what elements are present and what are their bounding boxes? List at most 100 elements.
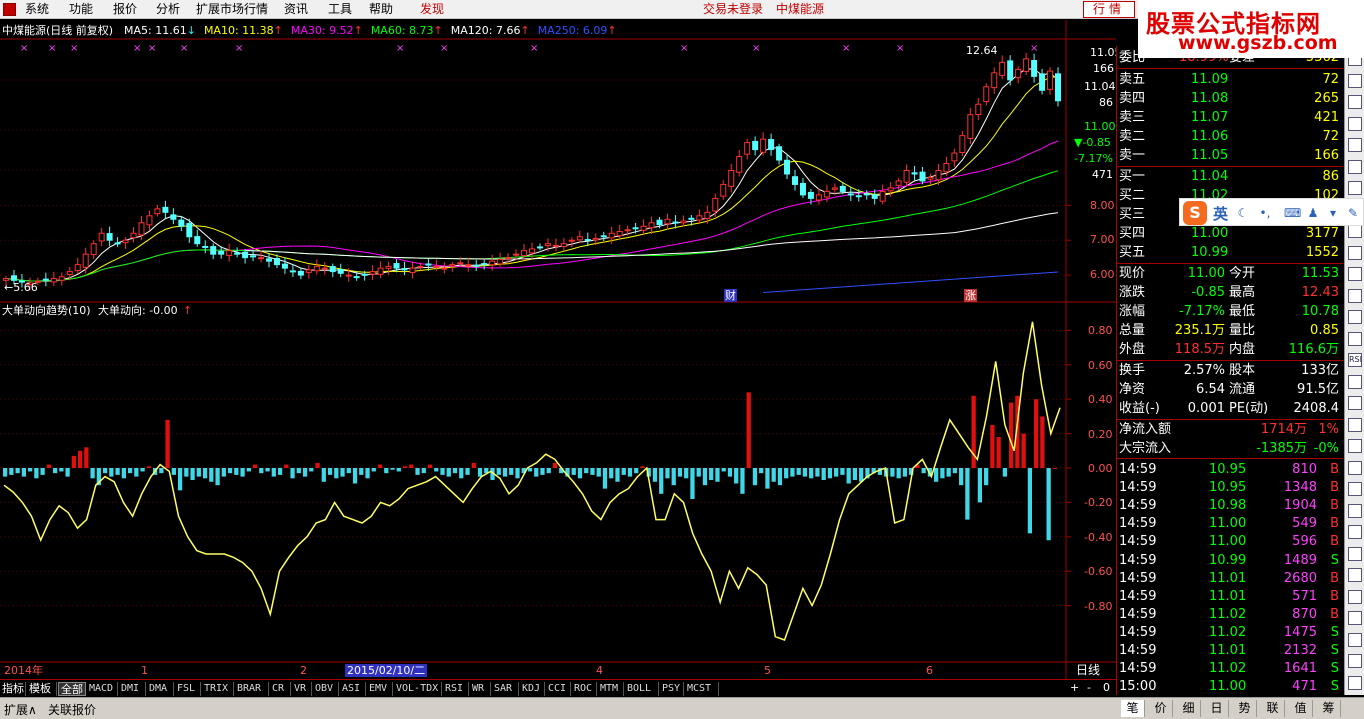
detail-tab-4[interactable]: 势 (1233, 700, 1257, 717)
skin-icon[interactable]: ♟ (1306, 206, 1320, 220)
indicator-tab-cr[interactable]: CR (270, 682, 291, 696)
indicator-tab-dmi[interactable]: DMI (119, 682, 146, 696)
list-icon[interactable] (1348, 181, 1362, 195)
indicator-tab-dma[interactable]: DMA (147, 682, 174, 696)
more-icon[interactable] (1348, 632, 1362, 647)
search-icon[interactable] (1348, 525, 1362, 539)
menu-extended-market[interactable]: 扩展市场行情 (196, 2, 268, 17)
indicator-tab-指标[interactable]: 指标 (0, 682, 26, 696)
shirt-icon[interactable]: ▾ (1326, 206, 1340, 220)
menu-news[interactable]: 资讯 (284, 2, 308, 17)
macd-icon[interactable] (1348, 138, 1362, 152)
cycle-icon[interactable] (1348, 288, 1362, 303)
rsi-icon[interactable]: RSI (1348, 353, 1362, 367)
indicator-tab-mcst[interactable]: MCST (685, 682, 719, 696)
indicator-tab-全部[interactable]: 全部 (58, 682, 86, 696)
indicator-bar (90, 468, 95, 479)
indicator-bar (146, 466, 151, 468)
login-status[interactable]: 交易未登录 (703, 2, 763, 17)
indicator-tab-brar[interactable]: BRAR (235, 682, 269, 696)
ime-toolbar[interactable]: S 英 ☾ •, ⌨ ♟ ▾ ✎ (1179, 198, 1364, 226)
wave-icon[interactable] (1348, 417, 1362, 432)
indicator-tab-mtm[interactable]: MTM (598, 682, 624, 696)
ime-lang-toggle[interactable]: 英 (1213, 203, 1228, 224)
candle-body (1007, 60, 1014, 81)
keyboard-icon[interactable]: ⌨ (1284, 206, 1301, 220)
quote-button[interactable]: 行情 (1083, 1, 1135, 18)
indicator-tab-vol-tdx[interactable]: VOL-TDX (394, 682, 442, 696)
zoom-icon[interactable] (1348, 267, 1362, 281)
layout-icon[interactable] (1348, 546, 1362, 561)
indicator-tab-vr[interactable]: VR (292, 682, 312, 696)
bar-icon[interactable] (1348, 95, 1362, 109)
sogou-logo-icon[interactable]: S (1183, 201, 1207, 225)
menu-functions[interactable]: 功能 (69, 2, 93, 17)
indicator-tab-psy[interactable]: PSY (660, 682, 684, 696)
minute-icon[interactable] (1348, 73, 1362, 88)
zoom-reset-button[interactable]: 0 (1103, 681, 1110, 694)
stat-label-2: 内盘 (1229, 342, 1256, 357)
expand-button[interactable]: 扩展∧ (4, 701, 37, 718)
indicator-tab-obv[interactable]: OBV (313, 682, 339, 696)
calc-icon[interactable] (1348, 460, 1362, 475)
note-icon[interactable] (1348, 482, 1362, 496)
indicator-tab-trix[interactable]: TRIX (202, 682, 234, 696)
financial-event-badge[interactable]: 财 (724, 289, 737, 302)
zoom-out-button[interactable]: - (1087, 681, 1091, 694)
detail-tab-0[interactable]: 笔 (1121, 700, 1145, 717)
indicator-tab-模板[interactable]: 模板 (27, 682, 57, 696)
related-quote-button[interactable]: 关联报价 (48, 701, 96, 718)
period-daily-label[interactable]: 日线 (1076, 664, 1100, 677)
buy-price: 11.00 (1191, 226, 1229, 241)
indicator-tab-rsi[interactable]: RSI (443, 682, 469, 696)
star-icon[interactable] (1348, 503, 1362, 518)
indicator-tab-emv[interactable]: EMV (367, 682, 393, 696)
boll-icon[interactable] (1348, 374, 1362, 389)
candle-body (393, 263, 400, 269)
menu-system[interactable]: 系统 (25, 2, 49, 17)
indicator-tab-kdj[interactable]: KDJ (520, 682, 545, 696)
indicator-tab-fsl[interactable]: FSL (175, 682, 201, 696)
indicator-tab-asi[interactable]: ASI (340, 682, 366, 696)
chart-canvas[interactable]: × × × × × × × × × × × × × × × (0, 20, 1116, 680)
detail-tab-2[interactable]: 细 (1177, 700, 1201, 717)
stat-label-1: 总量 (1119, 323, 1146, 338)
candle-icon[interactable] (1348, 224, 1362, 238)
indicator-tab-roc[interactable]: ROC (572, 682, 597, 696)
wrench-icon[interactable]: ✎ (1346, 206, 1360, 220)
menu-discover[interactable]: 发现 (420, 2, 444, 17)
detail-tab-6[interactable]: 值 (1289, 700, 1313, 717)
indicator-tab-cci[interactable]: CCI (546, 682, 571, 696)
compare-icon[interactable] (1348, 245, 1362, 260)
vol-icon[interactable] (1348, 116, 1362, 131)
menu-analysis[interactable]: 分析 (156, 2, 180, 17)
indicator-tab-wr[interactable]: WR (470, 682, 491, 696)
detail-tab-7[interactable]: 筹 (1317, 700, 1341, 717)
grid-icon[interactable] (1348, 159, 1362, 174)
limit-up-event-badge[interactable]: 涨 (964, 289, 977, 302)
indicator-tab-sar[interactable]: SAR (492, 682, 519, 696)
menu-quotes[interactable]: 报价 (113, 2, 137, 17)
line-icon[interactable] (1348, 310, 1362, 324)
detail-tab-1[interactable]: 价 (1149, 700, 1173, 717)
indicator-tab-boll[interactable]: BOLL (625, 682, 659, 696)
kdj-icon[interactable] (1348, 331, 1362, 346)
tools-icon[interactable] (1348, 568, 1362, 582)
info-icon[interactable] (1348, 396, 1362, 410)
indicator-bar (1002, 468, 1008, 477)
detail-tab-5[interactable]: 联 (1261, 700, 1285, 717)
menu-tools[interactable]: 工具 (328, 2, 352, 17)
punctuation-icon[interactable]: •, (1258, 206, 1272, 220)
stat-value-2: 0.85 (1310, 323, 1339, 338)
sum-icon[interactable] (1348, 611, 1362, 625)
menu-help[interactable]: 帮助 (369, 2, 393, 17)
moon-icon[interactable]: ☾ (1236, 206, 1250, 220)
app-logo-icon[interactable] (3, 3, 16, 16)
help-icon[interactable] (1348, 589, 1362, 604)
config-icon[interactable] (1348, 654, 1362, 668)
detail-tab-3[interactable]: 日 (1205, 700, 1229, 717)
exit-icon[interactable] (1348, 675, 1362, 690)
pen-icon[interactable] (1348, 439, 1362, 453)
zoom-in-button[interactable]: + (1070, 681, 1079, 694)
indicator-tab-macd[interactable]: MACD (87, 682, 118, 696)
